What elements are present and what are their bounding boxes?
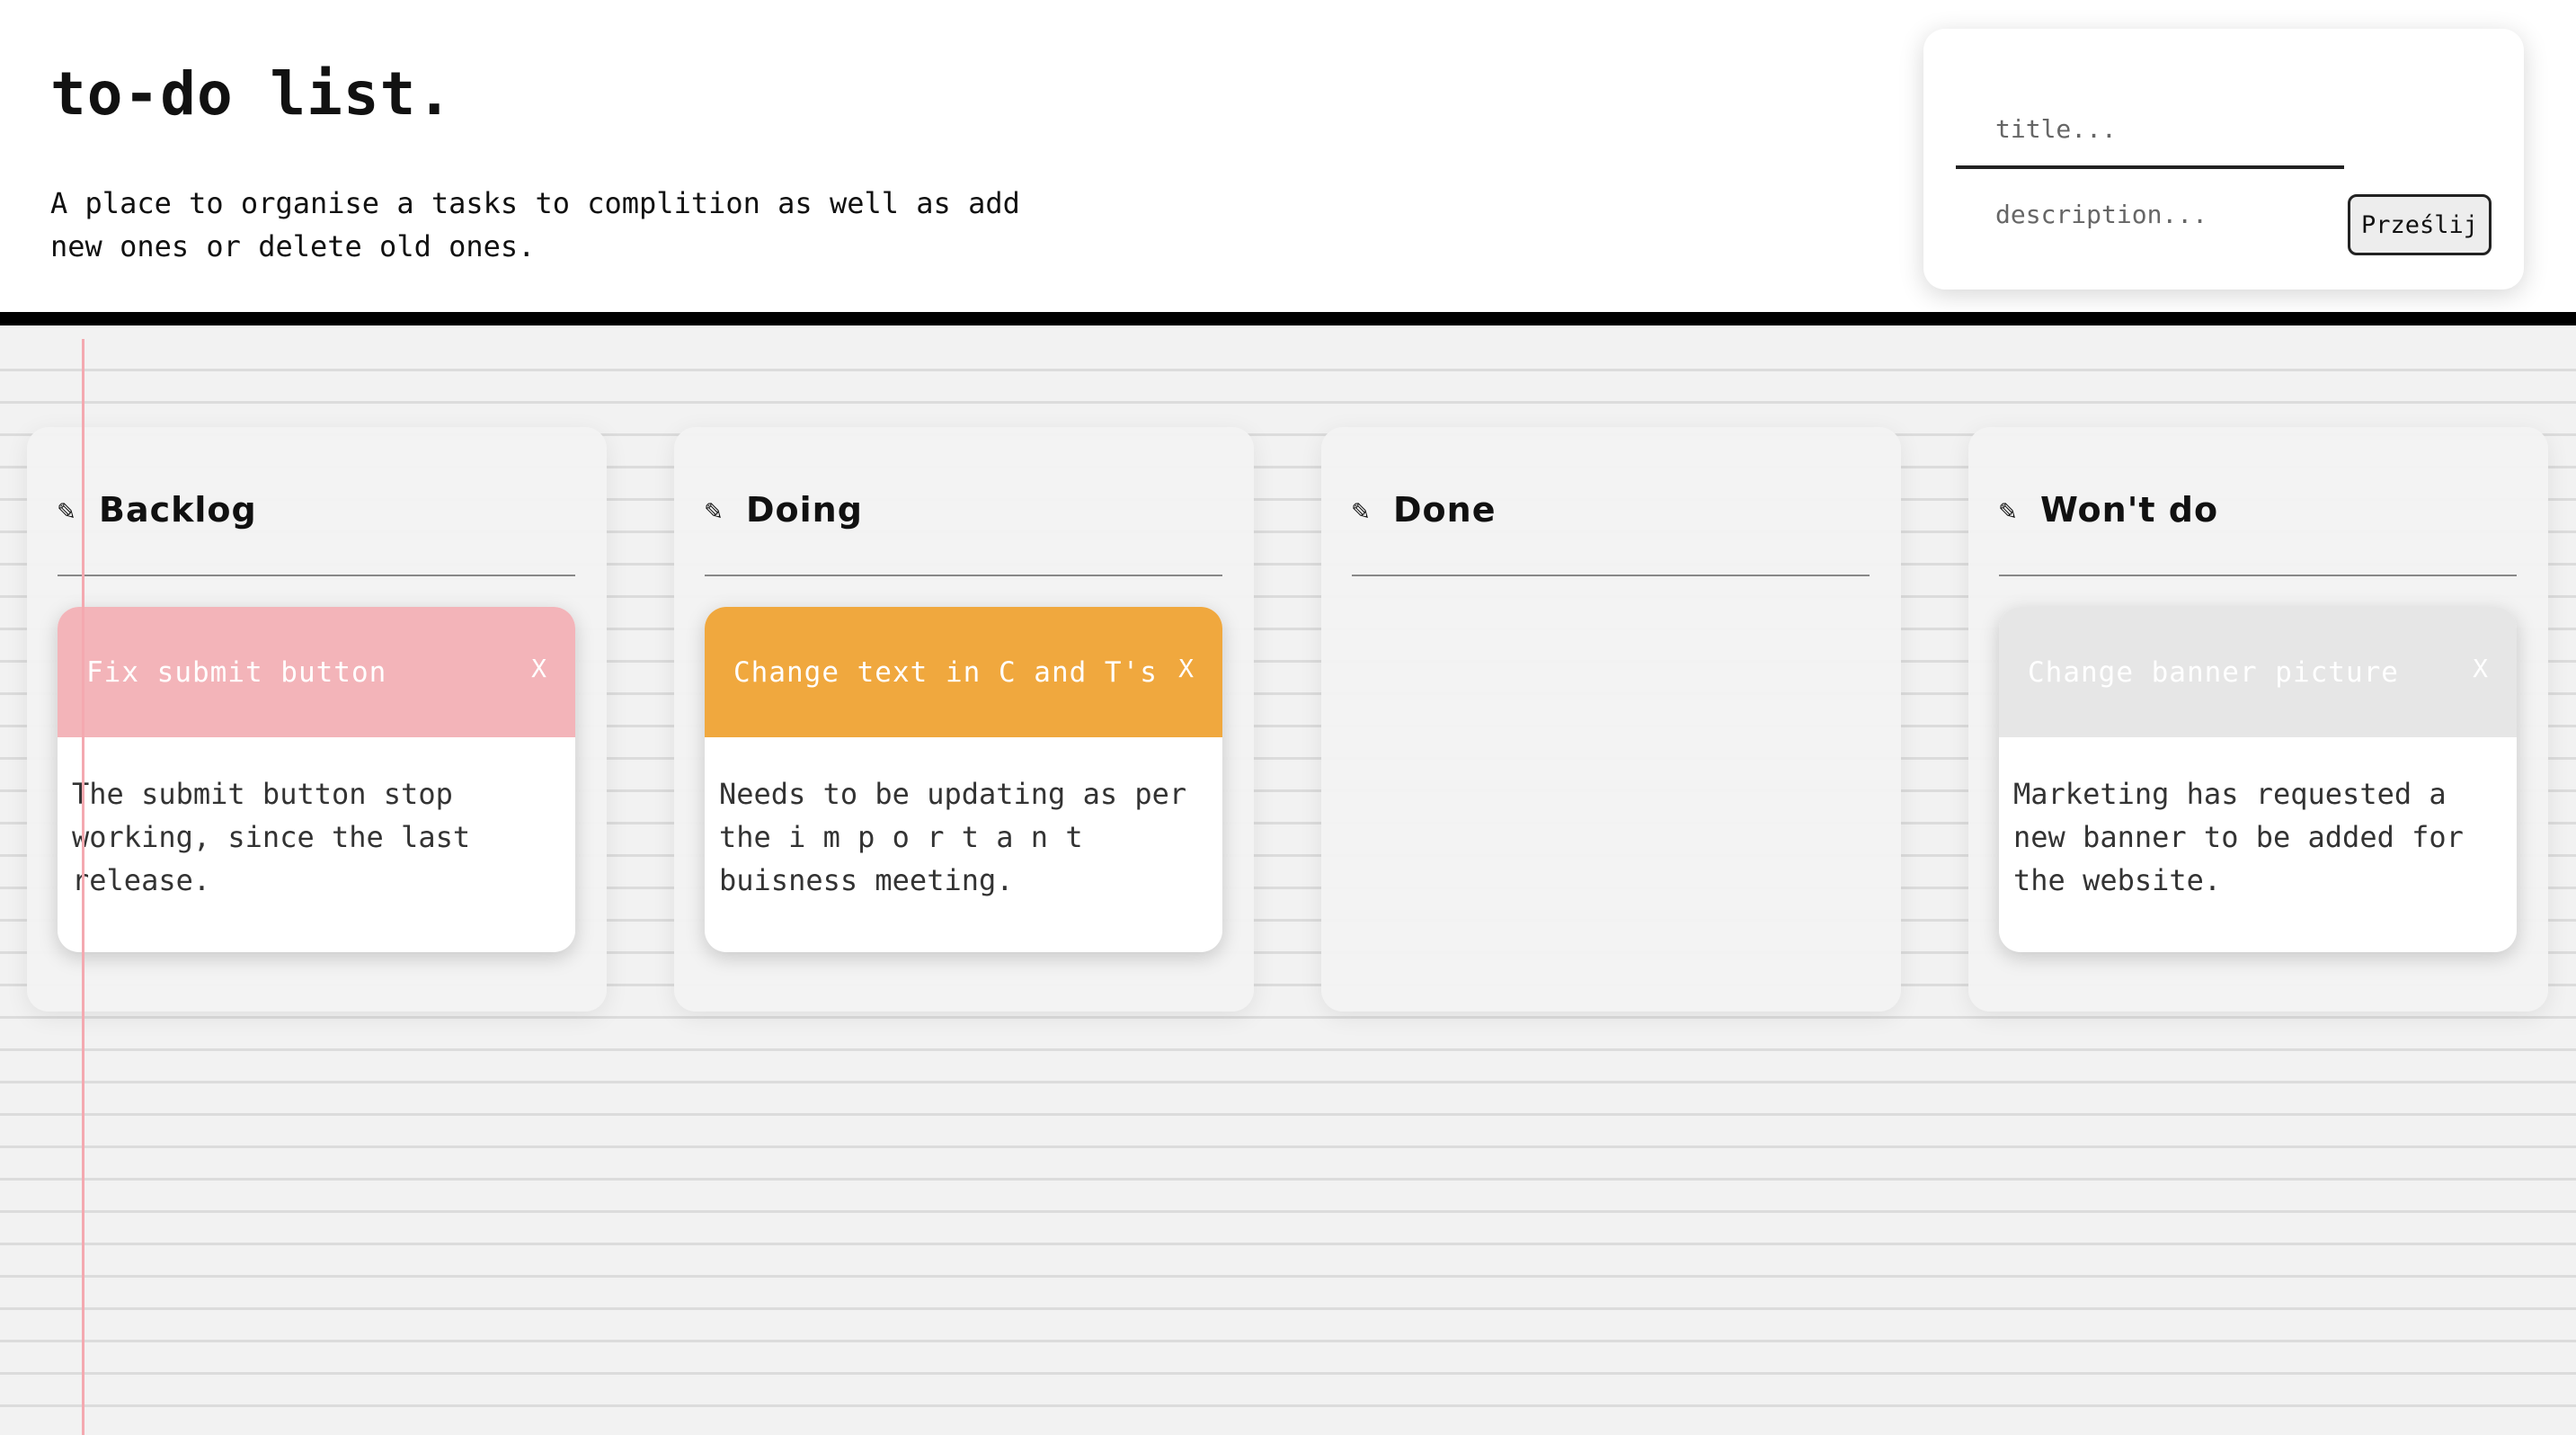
pencil-icon[interactable]: ✎ (705, 493, 746, 527)
page-title: to-do list. (50, 59, 454, 129)
page-header: to-do list. A place to organise a tasks … (0, 0, 2576, 325)
pencil-icon[interactable]: ✎ (1999, 493, 2040, 527)
title-input[interactable] (1956, 92, 2344, 169)
task-card[interactable]: Fix submit button X The submit button st… (58, 607, 575, 952)
column-header: ✎ Doing (705, 490, 863, 530)
task-card[interactable]: Change banner picture X Marketing has re… (1999, 607, 2517, 952)
task-card[interactable]: Change text in C and T's X Needs to be u… (705, 607, 1222, 952)
close-icon[interactable]: X (1178, 654, 1194, 683)
task-title: Fix submit button (86, 655, 387, 689)
column-divider (1352, 575, 1870, 576)
submit-button[interactable]: Prześlij (2348, 194, 2492, 255)
task-description: The submit button stop working, since th… (72, 777, 471, 897)
close-icon[interactable]: X (2473, 654, 2488, 683)
column-title: Backlog (99, 490, 257, 530)
task-description: Needs to be updating as per the i m p o … (719, 777, 1187, 897)
pencil-icon[interactable]: ✎ (58, 493, 99, 527)
page-description: A place to organise a tasks to complitio… (50, 186, 1020, 263)
column-divider (705, 575, 1222, 576)
task-header: Change banner picture X (1999, 607, 2517, 737)
column-title: Won't do (2040, 490, 2219, 530)
column-divider (1999, 575, 2517, 576)
column-doing: ✎ Doing Change text in C and T's X Needs… (674, 427, 1254, 1012)
column-backlog: ✎ Backlog Fix submit button X The submit… (27, 427, 607, 1012)
column-wont-do: ✎ Won't do Change banner picture X Marke… (1968, 427, 2548, 1012)
column-header: ✎ Backlog (58, 490, 257, 530)
column-title: Doing (746, 490, 863, 530)
paper-margin-line (82, 339, 84, 1435)
task-title: Change text in C and T's (733, 655, 1158, 689)
task-description: Marketing has requested a new banner to … (2013, 777, 2464, 897)
close-icon[interactable]: X (531, 654, 546, 683)
column-header: ✎ Done (1352, 490, 1496, 530)
task-header: Change text in C and T's X (705, 607, 1222, 737)
column-header: ✎ Won't do (1999, 490, 2218, 530)
task-title: Change banner picture (2028, 655, 2399, 689)
description-input[interactable] (1956, 200, 2297, 263)
column-done: ✎ Done (1321, 427, 1901, 1012)
column-title: Done (1393, 490, 1497, 530)
new-task-form: Prześlij (1923, 29, 2524, 290)
pencil-icon[interactable]: ✎ (1352, 493, 1393, 527)
column-divider (58, 575, 575, 576)
task-header: Fix submit button X (58, 607, 575, 737)
